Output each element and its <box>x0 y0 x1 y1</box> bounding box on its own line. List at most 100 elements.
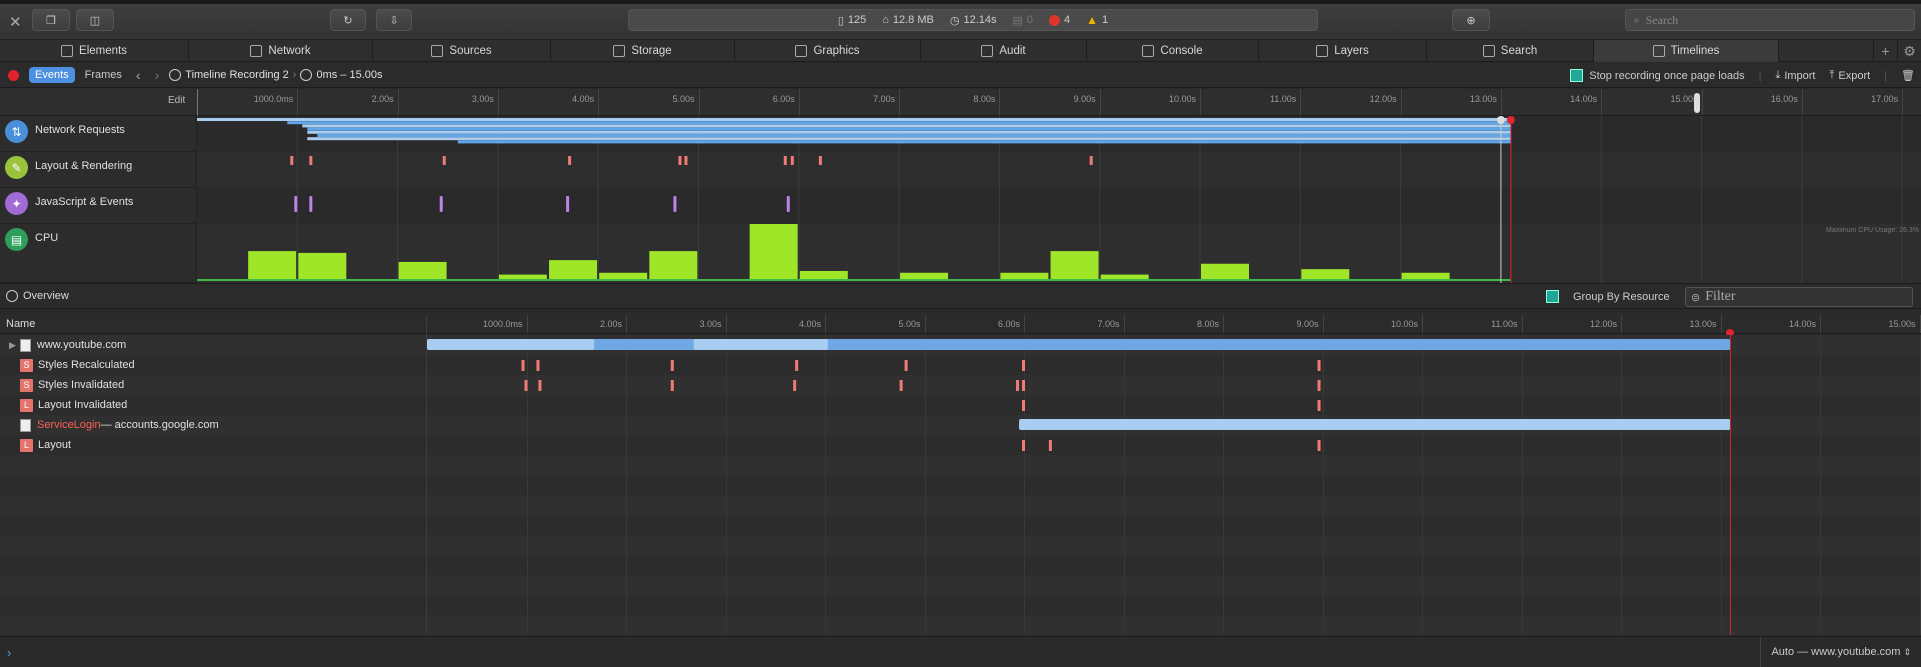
layout-event-mark <box>678 156 682 165</box>
settings-button[interactable]: ⚙ <box>1897 40 1921 62</box>
download-icon: ⇩ <box>389 14 399 27</box>
trash-icon[interactable]: 🗑 <box>1901 69 1915 82</box>
filter-icon: ⊜ <box>1691 290 1701 304</box>
details-ruler-tick <box>1621 315 1622 333</box>
frames-toggle[interactable]: Frames <box>85 69 122 81</box>
ruler-tick <box>1701 89 1703 115</box>
track-cpu[interactable]: ▤ CPU <box>0 224 197 283</box>
tab-network[interactable]: Network <box>189 40 373 62</box>
export-button[interactable]: ⤒ Export <box>1830 69 1871 82</box>
ruler-tick <box>297 89 299 115</box>
ruler-tick-label: 14.00s <box>1570 94 1598 104</box>
activity-viewer[interactable]: ▯ 125 ⌂ 12.8 MB ◷ 12.14s ▤ 0 4 ▲ 1 <box>628 9 1318 31</box>
breadcrumb-separator: › <box>292 69 297 81</box>
overview-label[interactable]: Overview <box>6 290 69 302</box>
tab-audit[interactable]: Audit <box>921 40 1087 62</box>
back-arrow-icon[interactable]: ‹ <box>136 67 141 83</box>
layers-icon <box>1316 45 1329 57</box>
details-ruler-tick-label: 10.00s <box>1390 319 1418 329</box>
overview-graph[interactable]: Maximum CPU Usage: 26.3% <box>197 116 1921 283</box>
cpu-usage-bar <box>749 224 798 280</box>
track-network-requests[interactable]: ⇅ Network Requests <box>0 116 197 152</box>
cpu-usage-bar <box>599 272 648 280</box>
selection-start-handle[interactable] <box>197 89 198 116</box>
record-button[interactable] <box>8 69 19 81</box>
error-count[interactable]: 4 <box>1049 14 1070 26</box>
ruler-tick-label: 15.00s <box>1670 94 1698 104</box>
track-javascript-events[interactable]: ✦ JavaScript & Events <box>0 188 197 224</box>
cpu-usage-bar <box>248 251 297 280</box>
breadcrumb-range[interactable]: 0ms – 15.00s <box>300 69 383 81</box>
ruler-tick <box>899 89 901 115</box>
tab-timelines[interactable]: Timelines <box>1594 40 1779 62</box>
style-invalidate-mark <box>899 380 903 391</box>
breadcrumb-recording[interactable]: Timeline Recording 2 <box>169 69 289 81</box>
warning-icon: ▲ <box>1086 13 1099 27</box>
close-icon[interactable]: ✕ <box>9 13 22 31</box>
details-ruler-tick-label: 15.00s <box>1888 319 1916 329</box>
warning-count[interactable]: ▲ 1 <box>1086 13 1108 27</box>
ruler-tick <box>497 89 499 115</box>
recording-controls: Stop recording once page loads | ⤓ Import… <box>1570 63 1915 88</box>
resource-segment <box>693 339 828 350</box>
tab-sources[interactable]: Sources <box>373 40 551 62</box>
tab-console[interactable]: Console <box>1087 40 1259 62</box>
stop-recording-option[interactable]: Stop recording once page loads <box>1570 69 1745 82</box>
network-request-bar <box>197 118 1511 121</box>
resource-segment <box>427 339 595 350</box>
export-icon: ⤒ <box>1829 69 1835 81</box>
undock-button[interactable]: ❐ <box>32 9 70 31</box>
inspect-button[interactable]: ⊕ <box>1452 9 1490 31</box>
details-ruler-tick <box>725 315 727 333</box>
new-tab-button[interactable]: + <box>1873 40 1897 62</box>
details-ruler-tick <box>1919 315 1921 333</box>
group-by-resource-option[interactable]: Group By Resource <box>1546 290 1670 303</box>
details-ruler-tick <box>1322 315 1324 333</box>
ruler-tick-label: 16.00s <box>1770 94 1798 104</box>
execution-context-selector[interactable]: Auto — www.youtube.com ⇕ <box>1760 637 1921 667</box>
tab-storage[interactable]: Storage <box>551 40 735 62</box>
import-button[interactable]: ⤓ Import <box>1775 69 1815 82</box>
selection-end-handle[interactable] <box>1694 93 1700 113</box>
script-event-mark <box>294 196 298 212</box>
tab-search[interactable]: Search <box>1427 40 1594 62</box>
ruler-tick <box>397 89 399 115</box>
checkbox[interactable] <box>1570 69 1584 82</box>
ruler-tick <box>1300 89 1302 115</box>
plus-icon: + <box>1881 43 1890 59</box>
console-prompt-icon[interactable]: › <box>7 645 11 660</box>
network-request-bar <box>317 134 1511 137</box>
ruler-tick <box>798 89 800 115</box>
tab-layers[interactable]: Layers <box>1259 40 1427 62</box>
details-ruler-tick <box>1024 315 1025 333</box>
script-event-mark <box>786 196 790 212</box>
filter-input[interactable]: ⊜ Filter <box>1685 287 1913 307</box>
tab-tools: + ⚙ <box>1873 40 1921 62</box>
events-toggle[interactable]: Events <box>29 67 75 83</box>
forward-arrow-icon[interactable]: › <box>155 67 160 83</box>
style-recalc-mark <box>536 360 540 371</box>
timelines-icon <box>1652 45 1665 57</box>
script-event-mark <box>566 196 570 212</box>
import-icon: ⤓ <box>1775 69 1781 81</box>
edit-button[interactable]: Edit <box>168 95 185 106</box>
reload-button[interactable]: ↻ <box>330 9 366 31</box>
track-layout-rendering[interactable]: ✎ Layout & Rendering <box>0 152 197 188</box>
dock-side-button[interactable]: ◫ <box>76 9 114 31</box>
style-invalidate-mark <box>1022 380 1026 391</box>
ruler-tick <box>1902 89 1904 115</box>
details-ruler-tick-label: 5.00s <box>898 319 921 329</box>
column-separator[interactable] <box>426 315 427 635</box>
name-column-header[interactable]: Name <box>6 318 35 330</box>
quick-console: › Auto — www.youtube.com ⇕ <box>0 636 1921 667</box>
checkbox[interactable] <box>1546 290 1559 303</box>
tab-graphics[interactable]: Graphics <box>735 40 921 62</box>
download-button[interactable]: ⇩ <box>376 9 412 31</box>
layout-event-mark <box>568 156 572 165</box>
tab-elements[interactable]: Elements <box>0 40 189 62</box>
layout-event-mark <box>290 156 294 165</box>
overview-ruler[interactable]: Edit 1000.0ms 2.00s 3.00s 4.00s 5.00s 6.00s 7.… <box>0 89 1921 116</box>
track-row-bg <box>197 188 1921 224</box>
chevron-updown-icon: ⇕ <box>1903 646 1911 657</box>
search-field[interactable]: ⌕ Search <box>1625 9 1915 31</box>
